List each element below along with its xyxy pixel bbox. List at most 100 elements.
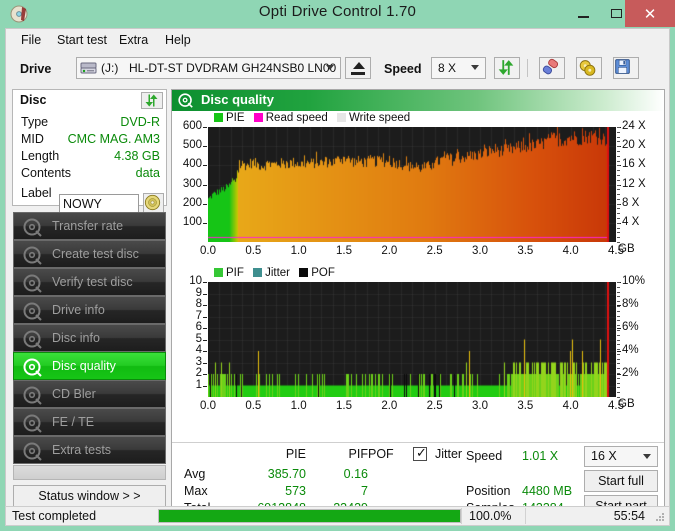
menu-extra[interactable]: Extra	[112, 32, 155, 49]
y2-minor-tick	[617, 189, 620, 191]
status-window-button[interactable]: Status window > >	[13, 485, 166, 507]
sidebar-spacer	[13, 465, 166, 480]
y-tick-label: 10	[189, 275, 202, 287]
minimize-button[interactable]	[567, 0, 600, 27]
sidebar-item-disc-info[interactable]: Disc info	[13, 324, 166, 352]
x-tick-label: 3.5	[517, 400, 534, 412]
gold-disc-icon	[579, 60, 596, 76]
y2-tick-label: 20 X	[622, 139, 646, 152]
disc-label-button[interactable]	[143, 193, 164, 214]
speed-readout-value: 1.01 X	[522, 449, 559, 463]
sidebar-item-extra-tests[interactable]: Extra tests	[13, 436, 166, 464]
x-tick-label: 1.0	[290, 245, 307, 257]
progress-bar-fill	[159, 510, 460, 522]
x-tick-label: 4.0	[562, 245, 579, 257]
sidebar-item-transfer-rate[interactable]: Transfer rate	[13, 212, 166, 240]
checkmark-icon: ✓	[416, 445, 427, 460]
disc-refresh-button[interactable]	[141, 92, 163, 109]
legend-label-write-speed: Write speed	[348, 112, 411, 124]
speed-readout-label: Speed	[466, 449, 503, 463]
x-tick-label: 2.5	[426, 245, 443, 257]
legend-swatch-read-speed	[253, 113, 263, 122]
disc-test-icon	[23, 330, 42, 349]
close-button[interactable]: ✕	[625, 0, 675, 27]
x-tick-label: 1.0	[290, 400, 307, 412]
y-tick-label: 7	[195, 309, 202, 322]
y2-minor-tick	[617, 160, 620, 162]
y-tick-mark	[203, 339, 207, 341]
y-tick-mark	[203, 165, 207, 167]
y2-minor-tick	[617, 282, 620, 283]
disc-test-icon	[23, 274, 42, 293]
y-tick-mark	[203, 127, 207, 128]
disc-row-type: Type DVD-R	[13, 115, 168, 132]
sidebar-item-verify-test-disc[interactable]: Verify test disc	[13, 268, 166, 296]
test-speed-select[interactable]: 16 X	[584, 446, 658, 467]
y2-tick-label: 4 X	[622, 215, 640, 228]
toolbar-separator	[527, 59, 528, 77]
start-full-button[interactable]: Start full	[584, 470, 658, 492]
x-tick-label: 4.0	[562, 400, 579, 412]
jitter-label: Jitter	[435, 447, 463, 461]
disc-key-label: Label	[21, 186, 52, 200]
jitter-checkbox[interactable]: ✓	[413, 445, 427, 461]
y2-minor-tick	[617, 291, 620, 293]
status-bar: Test completed 100.0% 55:54	[5, 506, 670, 526]
erase-button[interactable]	[539, 57, 565, 79]
menu-file[interactable]: File	[14, 32, 48, 49]
pif-chart: PIF Jitter POF 1 2 3 4 5 6 7 8 9 10 2% 4% 6% 8% 10% 0…	[172, 266, 664, 416]
y-tick-mark	[203, 362, 207, 364]
legend-label-jitter: Jitter	[265, 267, 291, 279]
menu-help[interactable]: Help	[158, 32, 198, 49]
y2-minor-tick	[617, 208, 620, 210]
sidebar-item-create-test-disc[interactable]: Create test disc	[13, 240, 166, 268]
y2-minor-tick	[617, 382, 620, 384]
app-window: Opti Drive Control 1.70 ✕ File Start tes…	[0, 0, 675, 531]
x-tick-label: 3.5	[517, 245, 534, 257]
y2-minor-tick	[617, 222, 620, 224]
eject-button[interactable]	[345, 57, 371, 79]
x-tick-label: 0.0	[200, 245, 216, 257]
y-tick-label: 4	[195, 344, 202, 356]
stats-header-pif: PIF	[348, 447, 368, 461]
disc-test-icon	[23, 358, 42, 377]
disc-value-type: DVD-R	[120, 115, 160, 129]
sidebar-item-cd-bler[interactable]: CD Bler	[13, 380, 166, 408]
y2-minor-tick	[617, 344, 620, 346]
gold-disc-button[interactable]	[576, 57, 602, 79]
disc-key-type: Type	[21, 115, 49, 129]
y2-tick-label: 16 X	[622, 158, 646, 171]
title-bar: Opti Drive Control 1.70 ✕	[0, 0, 675, 28]
speed-label: Speed	[384, 62, 422, 76]
y2-minor-tick	[617, 377, 620, 379]
test-speed-value: 16 X	[591, 449, 617, 463]
disc-test-icon	[23, 386, 42, 405]
disc-label-input[interactable]	[59, 194, 139, 213]
speed-select[interactable]: 8 X	[431, 57, 486, 79]
client-area: File Start test Extra Help Drive (J:) HL…	[5, 28, 670, 526]
y2-tick-label: 8 X	[622, 196, 640, 209]
elapsed-time: 55:54	[613, 509, 645, 523]
stats-row-label-avg: Avg	[184, 467, 206, 481]
drive-select[interactable]: (J:) HL-DT-ST DVDRAM GH24NSB0 LN00	[76, 57, 341, 79]
status-divider	[525, 508, 526, 524]
sidebar-item-disc-quality[interactable]: Disc quality	[13, 352, 166, 380]
sidebar-item-drive-info[interactable]: Drive info	[13, 296, 166, 324]
x-tick-label: 0.5	[245, 400, 262, 412]
right-panel: Disc quality PIE Read speed Write speed …	[171, 89, 665, 521]
panel-header: Disc quality	[172, 90, 664, 111]
menu-start-test[interactable]: Start test	[50, 32, 114, 49]
save-button[interactable]	[613, 57, 639, 79]
refresh-button[interactable]	[494, 57, 520, 79]
cd-disc-icon	[144, 194, 161, 211]
x-tick-label: 1.5	[336, 400, 352, 412]
eject-icon	[353, 62, 365, 69]
pif-x-unit: GB	[618, 398, 635, 410]
menu-bar: File Start test Extra Help	[6, 29, 669, 51]
y2-minor-tick	[617, 373, 620, 375]
x-tick-label: 3.0	[472, 400, 488, 412]
resize-grip[interactable]	[655, 513, 665, 523]
stats-avg-pie: 385.70	[267, 467, 306, 481]
sidebar-item-fe-te[interactable]: FE / TE	[13, 408, 166, 436]
disc-row-length: Length 4.38 GB	[13, 149, 168, 166]
